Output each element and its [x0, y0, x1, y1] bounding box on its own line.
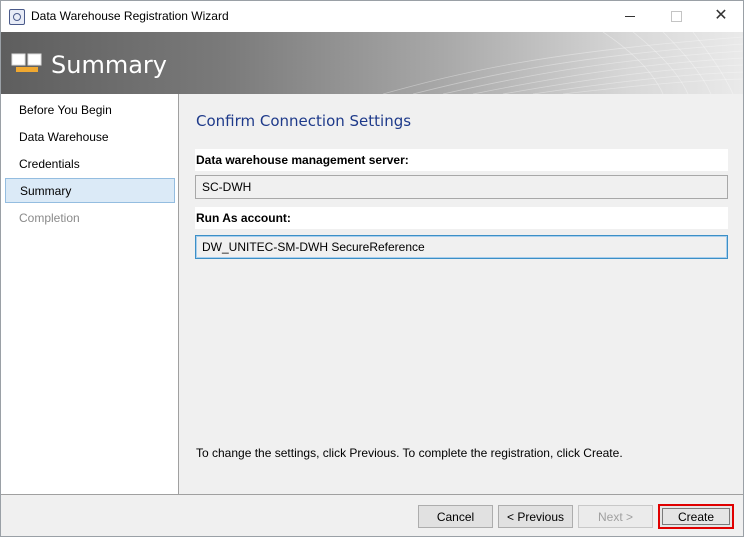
- create-button[interactable]: Create: [658, 504, 734, 529]
- app-icon: [9, 9, 25, 25]
- sidebar-item-before-you-begin[interactable]: Before You Begin: [5, 98, 175, 123]
- sidebar-item-label: Data Warehouse: [19, 130, 109, 144]
- wizard-steps-sidebar: Before You Begin Data Warehouse Credenti…: [1, 94, 179, 494]
- sidebar-item-data-warehouse[interactable]: Data Warehouse: [5, 125, 175, 150]
- maximize-icon: [670, 10, 682, 22]
- sidebar-item-completion: Completion: [5, 206, 175, 231]
- wizard-window: Data Warehouse Registration Wizard ✕ Sum…: [0, 0, 744, 537]
- sidebar-item-summary[interactable]: Summary: [5, 178, 175, 203]
- runas-label: Run As account:: [195, 207, 728, 229]
- minimize-icon: [625, 15, 635, 17]
- header-banner: Summary: [1, 32, 743, 94]
- sidebar-item-credentials[interactable]: Credentials: [5, 152, 175, 177]
- page-title: Summary: [51, 51, 167, 79]
- maximize-button[interactable]: [653, 1, 699, 31]
- sidebar-item-label: Before You Begin: [19, 103, 112, 117]
- close-button[interactable]: ✕: [698, 1, 743, 31]
- sidebar-item-label: Completion: [19, 211, 80, 225]
- server-field[interactable]: SC-DWH: [195, 175, 728, 199]
- next-button: Next >: [578, 505, 653, 528]
- main-content: Confirm Connection Settings Data warehou…: [179, 94, 743, 494]
- section-title: Confirm Connection Settings: [196, 112, 412, 130]
- cancel-button[interactable]: Cancel: [418, 505, 493, 528]
- instruction-text: To change the settings, click Previous. …: [196, 446, 623, 460]
- button-bar: Cancel < Previous Next > Create: [1, 494, 743, 536]
- close-icon: ✕: [714, 7, 728, 24]
- window-title: Data Warehouse Registration Wizard: [31, 9, 229, 23]
- sidebar-item-label: Credentials: [19, 157, 80, 171]
- create-button-label: Create: [662, 508, 730, 525]
- minimize-button[interactable]: [607, 1, 653, 31]
- runas-field[interactable]: DW_UNITEC-SM-DWH SecureReference: [195, 235, 728, 259]
- server-label: Data warehouse management server:: [195, 149, 728, 171]
- sidebar-item-label: Summary: [20, 184, 72, 198]
- banner-wave-decoration: [383, 32, 743, 94]
- previous-button[interactable]: < Previous: [498, 505, 573, 528]
- wizard-pages-icon: [11, 53, 42, 72]
- title-bar: Data Warehouse Registration Wizard ✕: [1, 1, 743, 31]
